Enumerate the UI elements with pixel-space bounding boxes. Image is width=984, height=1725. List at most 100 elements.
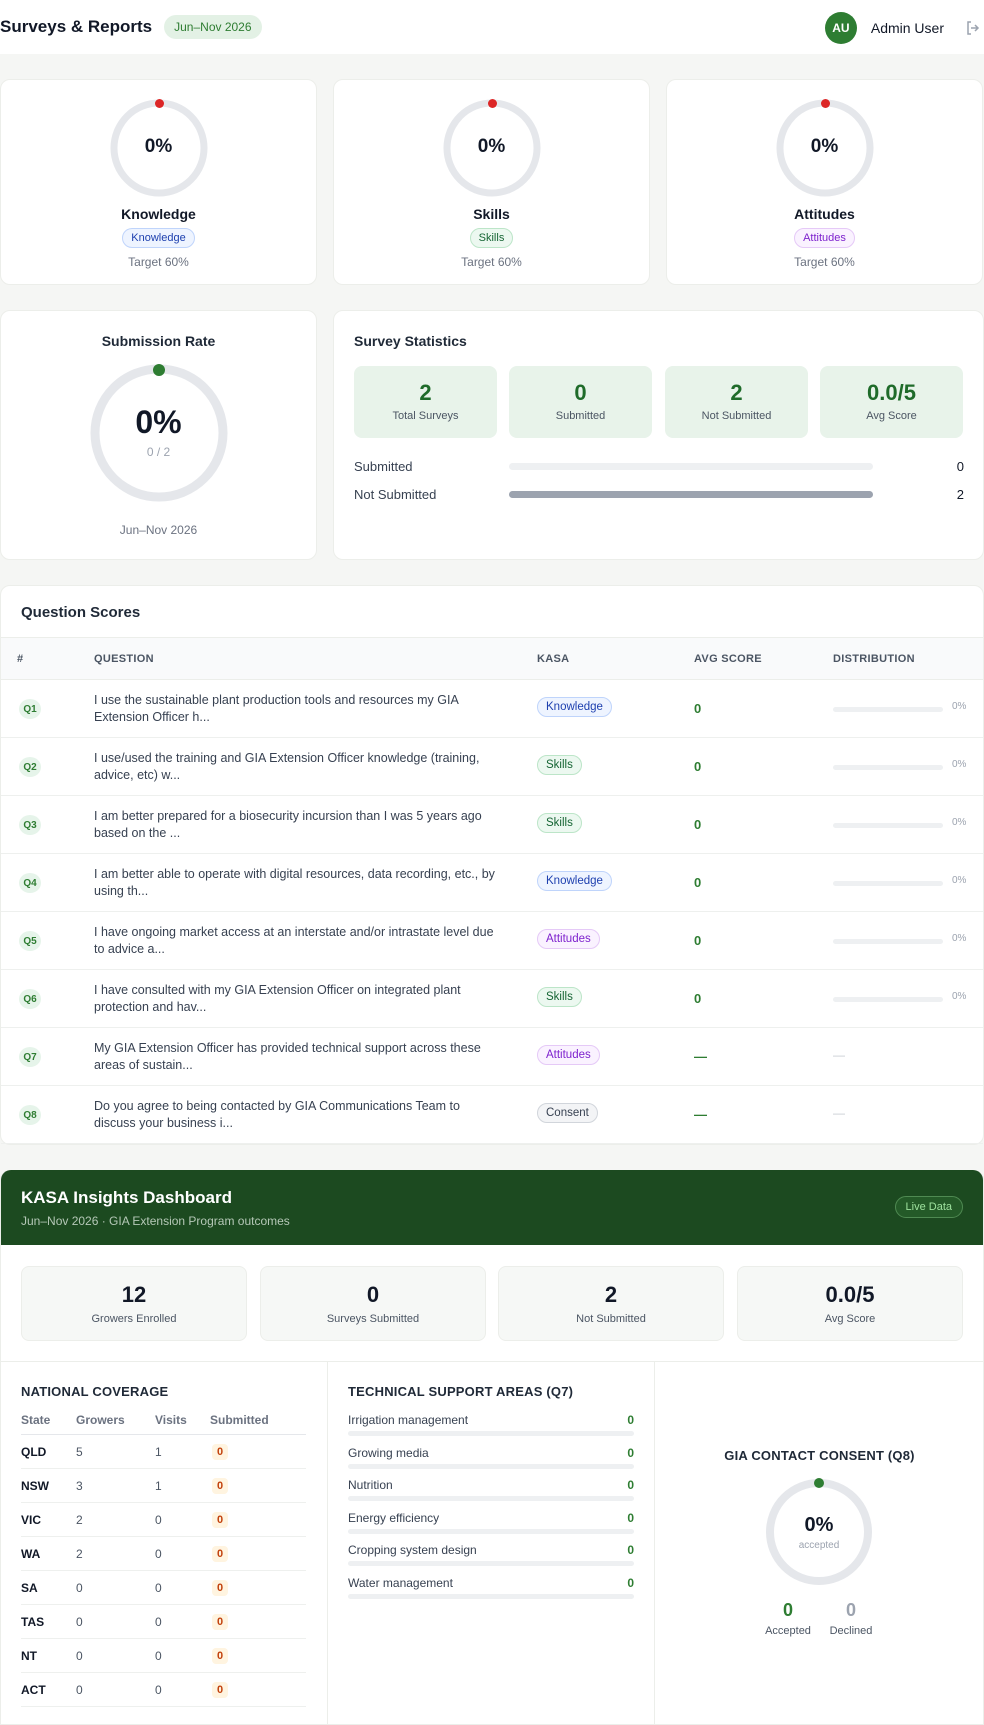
user-name[interactable]: Admin User — [871, 20, 944, 36]
question-number: Q8 — [19, 1105, 41, 1125]
avg-score: 0 — [694, 875, 702, 890]
growers-cell: 5 — [76, 1445, 83, 1459]
state-cell: WA — [21, 1547, 41, 1561]
col-kasa: KASA — [537, 653, 570, 665]
question-text: I have consulted with my GIA Extension O… — [94, 983, 461, 1014]
question-number: Q7 — [19, 1047, 41, 1067]
table-row: QLD 5 1 0 — [21, 1435, 306, 1469]
col-state: State — [21, 1413, 51, 1427]
kasa-cell: Consent — [537, 1103, 598, 1123]
insight-value: 2 — [604, 1282, 618, 1307]
logout-icon[interactable] — [962, 17, 984, 39]
kasa-dashboard-header: KASA Insights Dashboard Jun–Nov 2026 · G… — [1, 1170, 983, 1245]
bar-label: Submitted — [354, 458, 413, 474]
table-row: VIC 2 0 0 — [21, 1503, 306, 1537]
kasa-dashboard-title: KASA Insights Dashboard — [21, 1188, 232, 1207]
not-submitted-bar-row: Not Submitted 2 — [354, 485, 964, 503]
avg-score: 0 — [694, 991, 702, 1006]
stat-value: 0 — [574, 380, 587, 405]
distribution-bar — [833, 997, 943, 1002]
stat-label: Avg Score — [866, 410, 917, 422]
avatar[interactable]: AU — [824, 12, 857, 44]
growers-cell: 0 — [76, 1581, 83, 1595]
submission-rate-card: Submission Rate 0% 0 / 2 Jun–Nov 2026 — [0, 310, 317, 560]
attitudes-ring: 0% — [775, 98, 875, 198]
submission-range: Jun–Nov 2026 — [119, 523, 198, 537]
state-cell: VIC — [21, 1513, 42, 1527]
table-row[interactable]: Q2 I use/used the training and GIA Extens… — [1, 738, 983, 796]
submitted-cell: 0 — [212, 1580, 228, 1596]
bar-track — [509, 490, 873, 498]
support-area-name: Irrigation management — [348, 1413, 469, 1427]
table-row[interactable]: Q3 I am better prepared for a biosecurity… — [1, 796, 983, 854]
table-row[interactable]: Q6 I have consulted with my GIA Extension… — [1, 970, 983, 1028]
support-area-count: 0 — [627, 1478, 634, 1492]
progress-marker — [152, 364, 165, 376]
table-row[interactable]: Q1 I use the sustainable plant production… — [1, 680, 983, 738]
visits-cell: 0 — [155, 1581, 162, 1595]
growers-cell: 2 — [76, 1547, 83, 1561]
insight-value: 0 — [366, 1282, 380, 1307]
avg-score: 0 — [694, 701, 702, 716]
table-row[interactable]: Q7 My GIA Extension Officer has provided … — [1, 1028, 983, 1086]
distribution-pct: 0% — [952, 817, 967, 828]
state-cell: ACT — [21, 1683, 46, 1697]
bar-count: 2 — [956, 486, 964, 502]
accepted-count: 0 — [782, 1600, 793, 1620]
skills-title: Skills — [473, 206, 510, 222]
not-submitted-bar-fill — [509, 490, 873, 498]
support-area-count: 0 — [627, 1575, 634, 1590]
insight-avg-score: 0.0/5 Avg Score — [737, 1266, 963, 1341]
submitted-cell: 0 — [212, 1512, 228, 1528]
national-coverage-title: NATIONAL COVERAGE — [21, 1384, 169, 1399]
support-area-count: 0 — [627, 1445, 634, 1460]
distribution-pct: 0% — [952, 991, 967, 1002]
distribution-bar — [833, 765, 943, 770]
table-row[interactable]: Q5 I have ongoing market access at an int… — [1, 912, 983, 970]
stat-value: 2 — [730, 380, 743, 405]
knowledge-card: 0% Knowledge Knowledge Target 60% — [0, 79, 317, 285]
avg-score: 0 — [694, 933, 702, 948]
growers-cell: 2 — [76, 1513, 83, 1527]
question-number: Q4 — [19, 873, 41, 893]
consent-accepted: 0 Accepted — [758, 1600, 818, 1637]
table-row[interactable]: Q8 Do you agree to being contacted by GIA… — [1, 1086, 983, 1144]
support-area-bar — [348, 1496, 634, 1501]
user-menu[interactable]: AU Admin User — [824, 12, 984, 44]
visits-cell: 0 — [155, 1547, 162, 1561]
state-cell: QLD — [21, 1445, 47, 1459]
distribution-bar — [833, 707, 943, 712]
table-row: ACT 0 0 0 — [21, 1673, 306, 1707]
support-area-bar — [348, 1431, 634, 1436]
kasa-pill: Consent — [537, 1103, 598, 1123]
date-range-badge[interactable]: Jun–Nov 2026 — [164, 15, 262, 39]
attitudes-card: 0% Attitudes Attitudes Target 60% — [666, 79, 983, 285]
distribution-bar — [833, 823, 943, 828]
table-row: WA 2 0 0 — [21, 1537, 306, 1571]
stat-label: Submitted — [555, 410, 606, 422]
submission-pct: 0% — [135, 404, 182, 440]
progress-marker — [820, 99, 830, 108]
col-question: QUESTION — [94, 653, 154, 665]
avg-score: 0 — [694, 817, 702, 832]
declined-label: Declined — [829, 1625, 873, 1637]
knowledge-pill: Knowledge — [122, 228, 195, 248]
skills-card: 0% Skills Skills Target 60% — [333, 79, 650, 285]
support-area-bar — [348, 1593, 634, 1599]
question-text: I am better prepared for a biosecurity i… — [94, 809, 482, 840]
question-text: My GIA Extension Officer has provided te… — [94, 1041, 481, 1072]
question-number: Q6 — [19, 989, 41, 1009]
support-area-name: Growing media — [348, 1445, 429, 1460]
state-cell: NSW — [21, 1479, 49, 1493]
page-title: Surveys & Reports — [0, 17, 153, 36]
kasa-cell: Attitudes — [537, 929, 600, 949]
distribution-bar — [833, 939, 943, 944]
submitted-cell: 0 — [212, 1444, 228, 1460]
kasa-pill: Skills — [537, 755, 582, 775]
col-growers: Growers — [76, 1413, 125, 1427]
stat-total-surveys: 2 Total Surveys — [354, 366, 497, 438]
visits-cell: 0 — [155, 1683, 162, 1697]
kasa-pill: Attitudes — [537, 929, 600, 949]
kasa-cell: Skills — [537, 987, 582, 1007]
table-row[interactable]: Q4 I am better able to operate with digit… — [1, 854, 983, 912]
